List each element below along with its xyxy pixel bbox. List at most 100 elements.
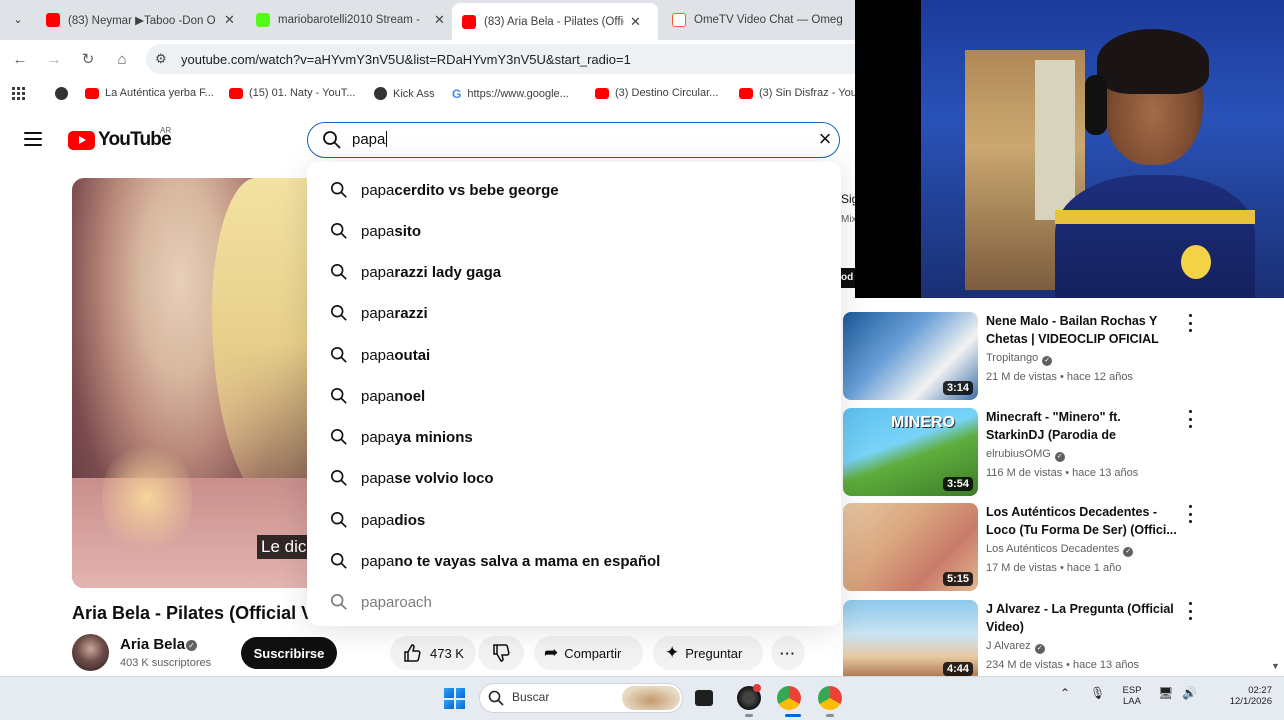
verified-check-icon: ✓ [1054,452,1065,462]
clock-time: 02:27 [1248,685,1272,696]
related-video-title[interactable]: Los Auténticos Decadentes - Loco (Tu For… [986,503,1178,539]
search-suggestion[interactable]: papa outai [330,345,430,365]
search-suggestion[interactable]: papa cerdito vs bebe george [330,180,559,200]
more-vertical-icon[interactable] [1185,314,1195,332]
video-frame-detail [102,438,192,558]
bookmark-item[interactable]: (15) 01. Naty - YouT... [229,87,355,99]
more-actions-button[interactable]: ··· [771,636,805,670]
video-thumbnail[interactable]: 4:44 [843,600,978,676]
related-channel[interactable]: Tropitango ✓ [986,352,1053,366]
menu-hamburger-icon[interactable] [24,132,42,146]
sparkle-icon: ✦ [665,643,680,662]
more-vertical-icon[interactable] [1185,505,1195,523]
google-icon: G [452,87,462,101]
video-thumbnail[interactable]: 5:15 [843,503,978,591]
bookmarks-bar: La Auténtica yerba F... (15) 01. Naty - … [0,80,857,108]
search-icon [330,181,347,198]
chrome-icon[interactable] [818,686,842,710]
tab-search-chevron-icon[interactable]: ⌄ [6,7,30,31]
related-video-title[interactable]: J Alvarez - La Pregunta (Official Video) [986,600,1178,636]
tab-neymar[interactable]: (83) Neymar ▶Taboo -Don O ✕ [36,5,245,35]
tab-close-icon[interactable]: ✕ [630,14,641,30]
video-thumbnail[interactable]: MINERO 3:54 [843,408,978,496]
share-label: Compartir [564,645,622,661]
more-vertical-icon[interactable] [1185,602,1195,620]
dislike-button[interactable] [478,636,524,670]
bookmark-label: (15) 01. Naty - YouT... [249,87,356,99]
bookmark-item[interactable]: G https://www.google... [452,87,569,101]
bookmark-item[interactable]: (3) Destino Circular... [595,87,718,99]
volume-icon[interactable]: 🔊 [1182,686,1197,700]
tab-ometv[interactable]: OmeTV Video Chat — Omeg [662,5,864,35]
tab-aria-bela[interactable]: (83) Aria Bela - Pilates (Offic ✕ [452,3,658,40]
chrome-icon[interactable] [777,686,801,710]
bookmark-globe[interactable] [55,87,74,100]
bookmark-item[interactable]: La Auténtica yerba F... [85,87,214,99]
language-indicator[interactable]: ESP LAA [1118,685,1146,707]
network-icon[interactable]: 🖥 [1158,686,1173,700]
forward-arrow-icon[interactable]: → [44,49,64,69]
search-suggestion[interactable]: papa sito [330,221,421,241]
search-suggestion[interactable]: papa dios [330,510,425,530]
video-duration: 3:14 [942,381,973,395]
file-explorer-icon[interactable] [695,690,713,706]
video-duration: 4:44 [942,662,973,676]
search-suggestion[interactable]: papa se volvio loco [330,468,494,488]
search-suggestion[interactable]: papa razzi lady gaga [330,262,501,282]
related-video-title[interactable]: Minecraft - "Minero" ft. StarkinDJ (Paro… [986,408,1178,444]
microphone-icon[interactable]: 🎙 [1090,686,1105,700]
home-icon[interactable]: ⌂ [112,49,132,69]
video-frame-detail [212,178,312,508]
tab-title: (83) Neymar ▶Taboo -Don O [68,15,216,27]
related-video-title[interactable]: Nene Malo - Bailan Rochas Y Chetas | VID… [986,312,1178,348]
channel-name[interactable]: Aria Bela [120,636,185,653]
bookmark-label: https://www.google... [467,88,569,100]
channel-avatar[interactable] [72,634,109,671]
tab-kick-stream[interactable]: mariobarotelli2010 Stream - ✕ [246,5,455,35]
search-suggestion[interactable]: papa no te vayas salva a mama en español [330,551,660,571]
globe-icon [55,87,68,100]
clear-search-icon[interactable]: × [814,128,836,151]
search-icon [330,387,347,404]
search-suggestion[interactable]: papa razzi [330,303,428,323]
related-channel-name: elrubiusOMG [986,448,1051,460]
subscribe-button[interactable]: Suscribirse [241,637,337,669]
like-count: 473 K [430,645,464,661]
windows-start-icon[interactable] [444,688,465,709]
verified-check-icon: ✓ [1042,356,1053,366]
country-code: AR [160,126,172,135]
video-thumbnail[interactable]: 3:14 [843,312,978,400]
search-icon [330,304,347,321]
back-arrow-icon[interactable]: ← [10,49,30,69]
scroll-down-arrow-icon[interactable]: ▼ [1271,661,1280,671]
search-suggestion[interactable]: papa ya minions [330,427,473,447]
clock[interactable]: 02:27 12/1/2026 [1206,685,1272,707]
ask-button[interactable]: ✦ Preguntar [653,636,763,670]
suggestion-completion: cerdito vs bebe george [394,181,559,199]
suggestion-prefix: papa [361,346,395,364]
webcam-overlay [855,0,1284,298]
like-button[interactable]: 473 K [390,636,476,670]
search-suggestion[interactable]: papa roach [330,592,432,612]
apps-grid-icon[interactable] [12,87,25,100]
bookmark-item[interactable]: Kick Ass [374,87,435,100]
bookmark-item[interactable]: (3) Sin Disfraz - You [739,87,857,99]
search-suggestion[interactable]: papa noel [330,386,425,406]
tab-close-icon[interactable]: ✕ [434,12,445,28]
show-hidden-icons-chevron-icon[interactable]: ⌃ [1060,686,1070,700]
share-button[interactable]: ➦ Compartir [534,636,643,670]
address-url[interactable]: youtube.com/watch?v=aHYvmY3nV5U&list=RDa… [181,52,631,67]
bookmark-label: La Auténtica yerba F... [105,87,214,99]
related-channel[interactable]: elrubiusOMG ✓ [986,448,1065,462]
more-vertical-icon[interactable] [1185,410,1195,428]
related-channel-name: Los Auténticos Decadentes [986,543,1120,555]
related-channel[interactable]: Los Auténticos Decadentes ✓ [986,543,1134,557]
reload-icon[interactable]: ↻ [78,49,98,69]
tab-close-icon[interactable]: ✕ [224,12,235,28]
suggestion-prefix: papa [361,511,395,529]
video-player[interactable] [72,178,312,588]
related-channel[interactable]: J Alvarez ✓ [986,640,1045,654]
site-info-icon[interactable]: ⚙ [155,51,167,67]
search-value[interactable]: papa [352,131,388,148]
youtube-logo[interactable]: YouTube [68,129,172,151]
